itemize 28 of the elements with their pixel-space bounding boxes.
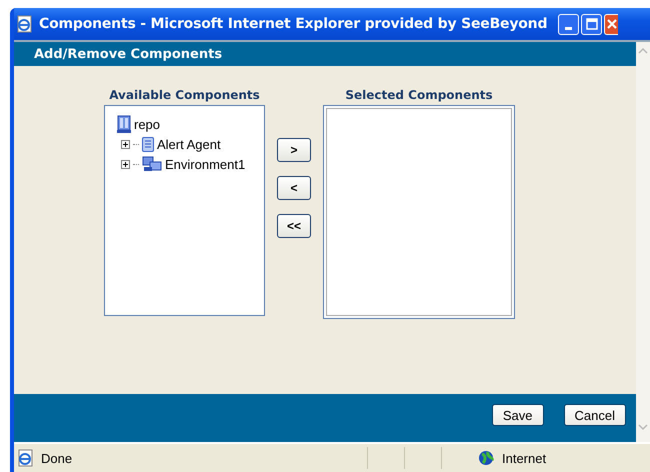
document-icon bbox=[142, 136, 154, 152]
computers-icon bbox=[142, 156, 162, 172]
minimize-icon bbox=[565, 26, 572, 30]
tree-item[interactable]: repo bbox=[134, 116, 160, 132]
list-title: Available Components bbox=[109, 88, 260, 102]
status-text: Done bbox=[41, 450, 74, 466]
tree-item[interactable]: Environment1 bbox=[165, 156, 246, 172]
close-button[interactable] bbox=[604, 14, 618, 34]
server-icon bbox=[117, 115, 131, 133]
browser-icon bbox=[17, 449, 35, 467]
globe-icon bbox=[478, 450, 494, 466]
list-title: Selected Components bbox=[345, 88, 493, 102]
expand-toggle[interactable] bbox=[121, 140, 130, 148]
window-title: Components - Microsoft Internet Explorer provided by SeeBeyond bbox=[39, 16, 548, 32]
maximize-icon bbox=[586, 18, 598, 30]
move-button[interactable]: > bbox=[277, 138, 311, 162]
close-icon bbox=[606, 18, 618, 30]
action-button[interactable]: Save bbox=[492, 404, 544, 426]
browser-icon bbox=[16, 15, 34, 33]
page-title: Add/Remove Components bbox=[34, 46, 222, 62]
move-button[interactable]: < bbox=[277, 176, 311, 200]
zone-text: Internet bbox=[502, 450, 546, 466]
action-button[interactable]: Cancel bbox=[564, 404, 626, 426]
tree-item[interactable]: Alert Agent bbox=[157, 136, 221, 152]
minimize-button[interactable] bbox=[558, 14, 580, 34]
expand-toggle[interactable] bbox=[121, 160, 130, 168]
move-button[interactable]: << bbox=[277, 214, 311, 238]
maximize-button[interactable] bbox=[581, 14, 602, 34]
